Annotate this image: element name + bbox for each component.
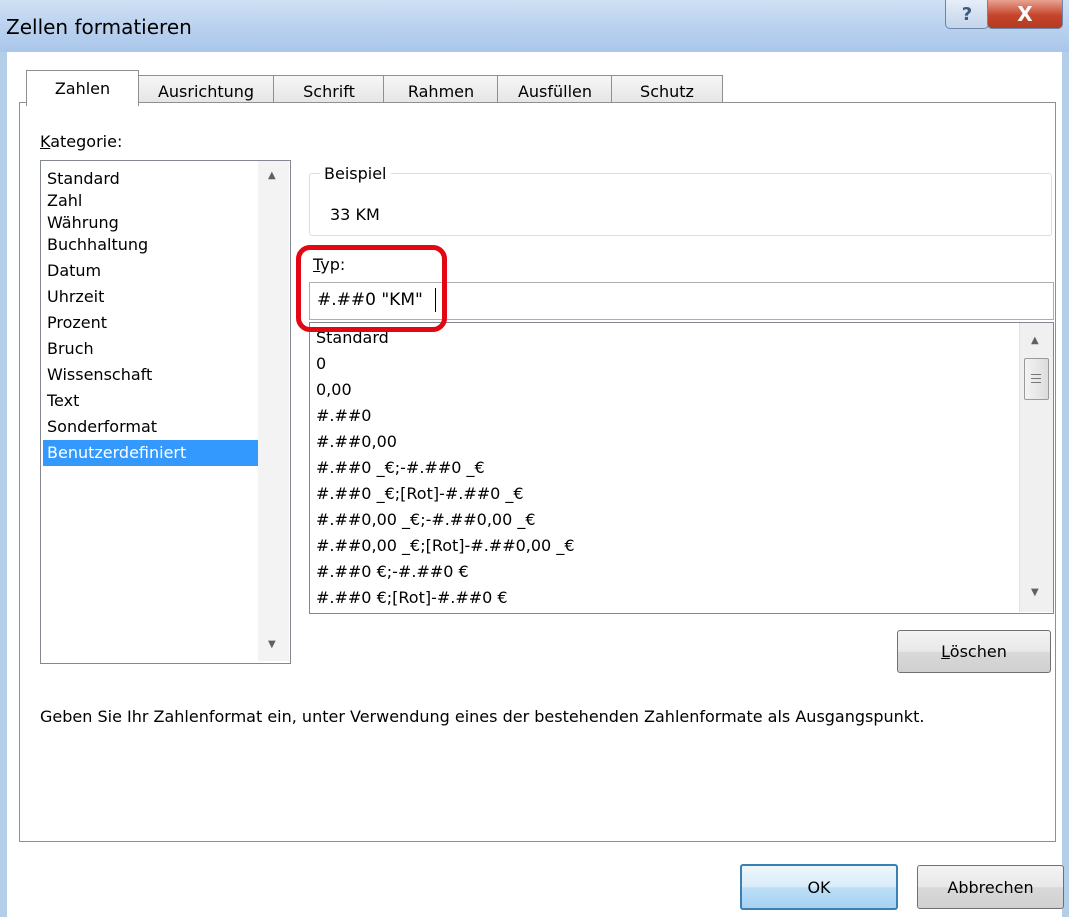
scroll-up-arrow-icon[interactable]: ▲: [1031, 335, 1039, 346]
category-list[interactable]: Standard Zahl Währung Buchhaltung Datum …: [40, 160, 291, 664]
tab-label: Schrift: [303, 81, 355, 101]
scroll-down-arrow-icon[interactable]: ▼: [268, 639, 276, 650]
category-item-benutzerdefiniert[interactable]: Benutzerdefiniert: [43, 440, 259, 466]
category-item-prozent[interactable]: Prozent: [47, 310, 107, 336]
category-item-uhrzeit[interactable]: Uhrzeit: [47, 284, 104, 310]
cancel-button[interactable]: Abbrechen: [917, 865, 1064, 909]
format-item[interactable]: #.##0: [316, 403, 371, 429]
category-item-bruch[interactable]: Bruch: [47, 336, 94, 362]
category-item-text[interactable]: Text: [47, 388, 79, 414]
delete-button[interactable]: Löschen: [897, 630, 1051, 673]
tab-label: Ausrichtung: [157, 81, 255, 101]
window-border-right: [1062, 52, 1069, 917]
scrollbar-thumb[interactable]: [1024, 358, 1049, 400]
category-scrollbar[interactable]: ▲ ▼: [258, 161, 289, 661]
title-bar: Zellen formatieren ? X: [0, 0, 1069, 52]
format-item[interactable]: #.##0,00 _€;-#.##0,00 _€: [316, 507, 536, 533]
format-item[interactable]: #.##0 _€;[Rot]-#.##0 _€: [316, 481, 524, 507]
help-icon: ?: [961, 3, 973, 25]
hint-text: Geben Sie Ihr Zahlenformat ein, unter Ve…: [40, 707, 925, 726]
close-button[interactable]: X: [987, 0, 1063, 29]
tab-label: Schutz: [640, 81, 694, 101]
sample-legend: Beispiel: [320, 164, 391, 183]
category-item-sonderformat[interactable]: Sonderformat: [47, 414, 157, 440]
ok-button[interactable]: OK: [740, 864, 898, 910]
format-scrollbar[interactable]: ▲ ▼: [1019, 323, 1053, 612]
close-icon: X: [1017, 2, 1033, 26]
grip-line: [1031, 382, 1041, 383]
format-item[interactable]: #.##0,00: [316, 429, 397, 455]
help-button[interactable]: ?: [945, 0, 989, 29]
tab-label: Ausfüllen: [517, 81, 593, 101]
format-item[interactable]: 0,00: [316, 377, 352, 403]
tab-zahlen[interactable]: Zahlen: [26, 70, 139, 106]
sample-value: 33 KM: [330, 205, 380, 224]
sample-group: [309, 173, 1052, 236]
ok-button-label: OK: [807, 877, 831, 897]
format-item[interactable]: #.##0,00 _€;[Rot]-#.##0,00 _€: [316, 533, 575, 559]
delete-button-label: Löschen: [941, 642, 1007, 661]
scroll-down-arrow-icon[interactable]: ▼: [1031, 587, 1039, 598]
window-border-left: [0, 52, 7, 917]
format-item[interactable]: 0: [316, 351, 326, 377]
highlight-annotation: [296, 245, 447, 332]
format-list[interactable]: Standard 0 0,00 #.##0 #.##0,00 #.##0 _€;…: [309, 322, 1054, 614]
format-item[interactable]: #.##0 €;-#.##0 €: [316, 559, 469, 585]
format-item[interactable]: #.##0 _€;-#.##0 _€: [316, 455, 485, 481]
category-item-wissenschaft[interactable]: Wissenschaft: [47, 362, 152, 388]
category-item-datum[interactable]: Datum: [47, 258, 101, 284]
window-title: Zellen formatieren: [6, 15, 192, 39]
grip-line: [1031, 374, 1041, 375]
tab-label: Rahmen: [407, 81, 475, 101]
tab-label: Zahlen: [54, 79, 111, 98]
category-label: Kategorie:: [40, 132, 123, 151]
scroll-up-arrow-icon[interactable]: ▲: [268, 170, 276, 181]
category-item-buchhaltung[interactable]: Buchhaltung: [47, 232, 148, 258]
grip-line: [1031, 378, 1041, 379]
cancel-button-label: Abbrechen: [947, 877, 1034, 897]
format-item[interactable]: #.##0 €;[Rot]-#.##0 €: [316, 585, 508, 611]
